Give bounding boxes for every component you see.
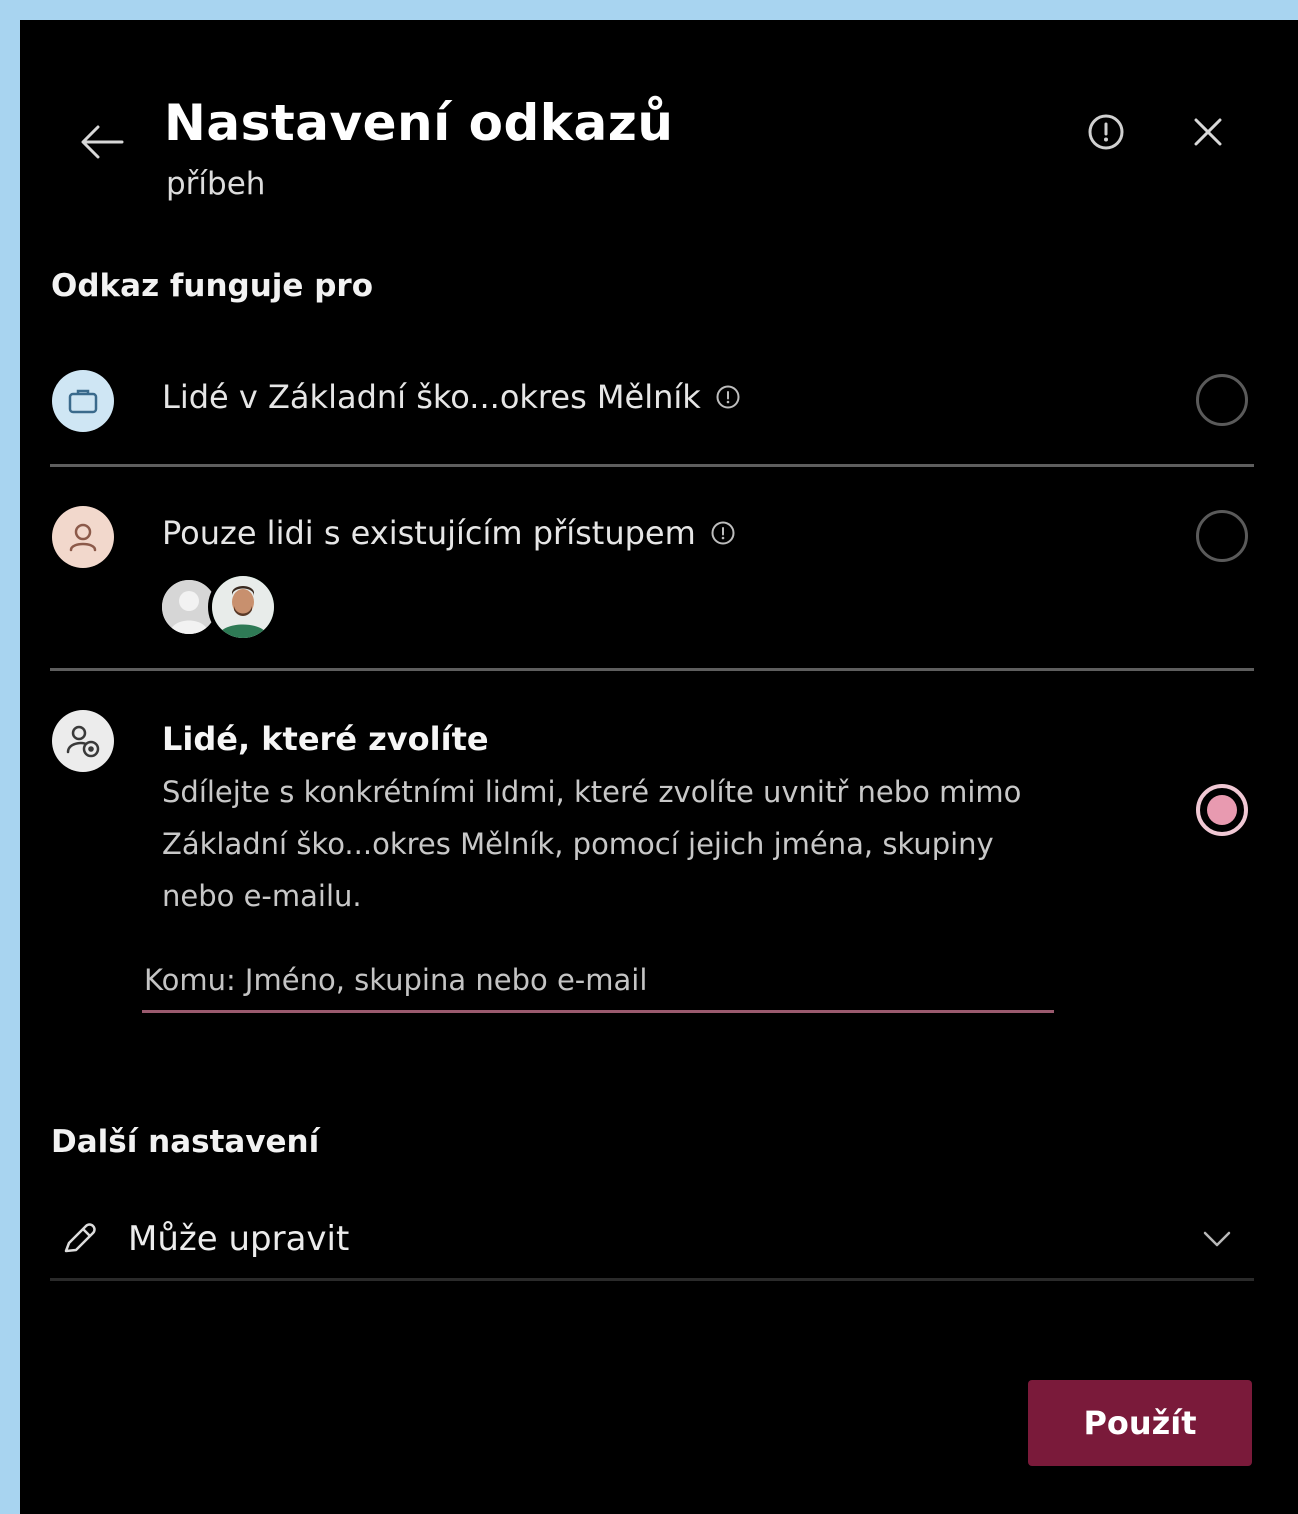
other-settings-heading: Další nastavení xyxy=(51,1124,320,1160)
option-specific-people-label: Lidé, které zvolíte xyxy=(162,720,489,758)
back-arrow-icon xyxy=(81,125,124,159)
back-button[interactable] xyxy=(72,112,132,172)
info-icon[interactable] xyxy=(710,520,736,546)
user-photo-icon xyxy=(212,576,274,638)
permission-label: Může upravit xyxy=(128,1219,350,1259)
option-existing-access-label: Pouze lidi s existujícím přístupem xyxy=(162,514,696,552)
option-organization-label: Lidé v Základní ško...okres Mělník xyxy=(162,378,701,416)
page-subtitle: příbeh xyxy=(166,166,266,202)
link-settings-panel: Nastavení odkazů příbeh Odkaz funguje pr… xyxy=(20,20,1298,1514)
option-specific-people-radio[interactable] xyxy=(1196,784,1248,836)
apply-button[interactable]: Použít xyxy=(1028,1380,1252,1466)
close-icon xyxy=(1194,118,1222,146)
divider xyxy=(50,668,1254,671)
specific-people-option-icon xyxy=(52,710,114,772)
option-organization[interactable]: Lidé v Základní ško...okres Mělník xyxy=(162,378,741,416)
avatar xyxy=(208,572,278,642)
info-icon xyxy=(1088,114,1124,150)
link-works-for-heading: Odkaz funguje pro xyxy=(51,268,374,304)
option-organization-radio[interactable] xyxy=(1196,374,1248,426)
chevron-down-icon xyxy=(1203,1231,1231,1247)
radio-selected-dot xyxy=(1207,795,1237,825)
permission-dropdown[interactable]: Může upravit xyxy=(50,1200,1254,1281)
option-specific-people-description: Sdílejte s konkrétními lidmi, které zvol… xyxy=(162,775,1022,913)
option-existing-access[interactable]: Pouze lidi s existujícím přístupem xyxy=(162,514,736,552)
divider xyxy=(50,464,1254,467)
people-icon xyxy=(66,725,100,758)
briefcase-icon xyxy=(68,389,98,414)
option-existing-access-radio[interactable] xyxy=(1196,510,1248,562)
pencil-icon xyxy=(64,1223,96,1253)
info-button[interactable] xyxy=(1080,106,1132,158)
close-button[interactable] xyxy=(1180,104,1236,160)
recipients-input[interactable] xyxy=(142,950,1054,1013)
option-specific-people[interactable]: Lidé, které zvolíte xyxy=(162,720,489,758)
existing-access-option-icon xyxy=(52,506,114,568)
info-icon[interactable] xyxy=(715,384,741,410)
page-title: Nastavení odkazů xyxy=(164,94,674,152)
organization-option-icon xyxy=(52,370,114,432)
person-icon xyxy=(69,523,97,552)
